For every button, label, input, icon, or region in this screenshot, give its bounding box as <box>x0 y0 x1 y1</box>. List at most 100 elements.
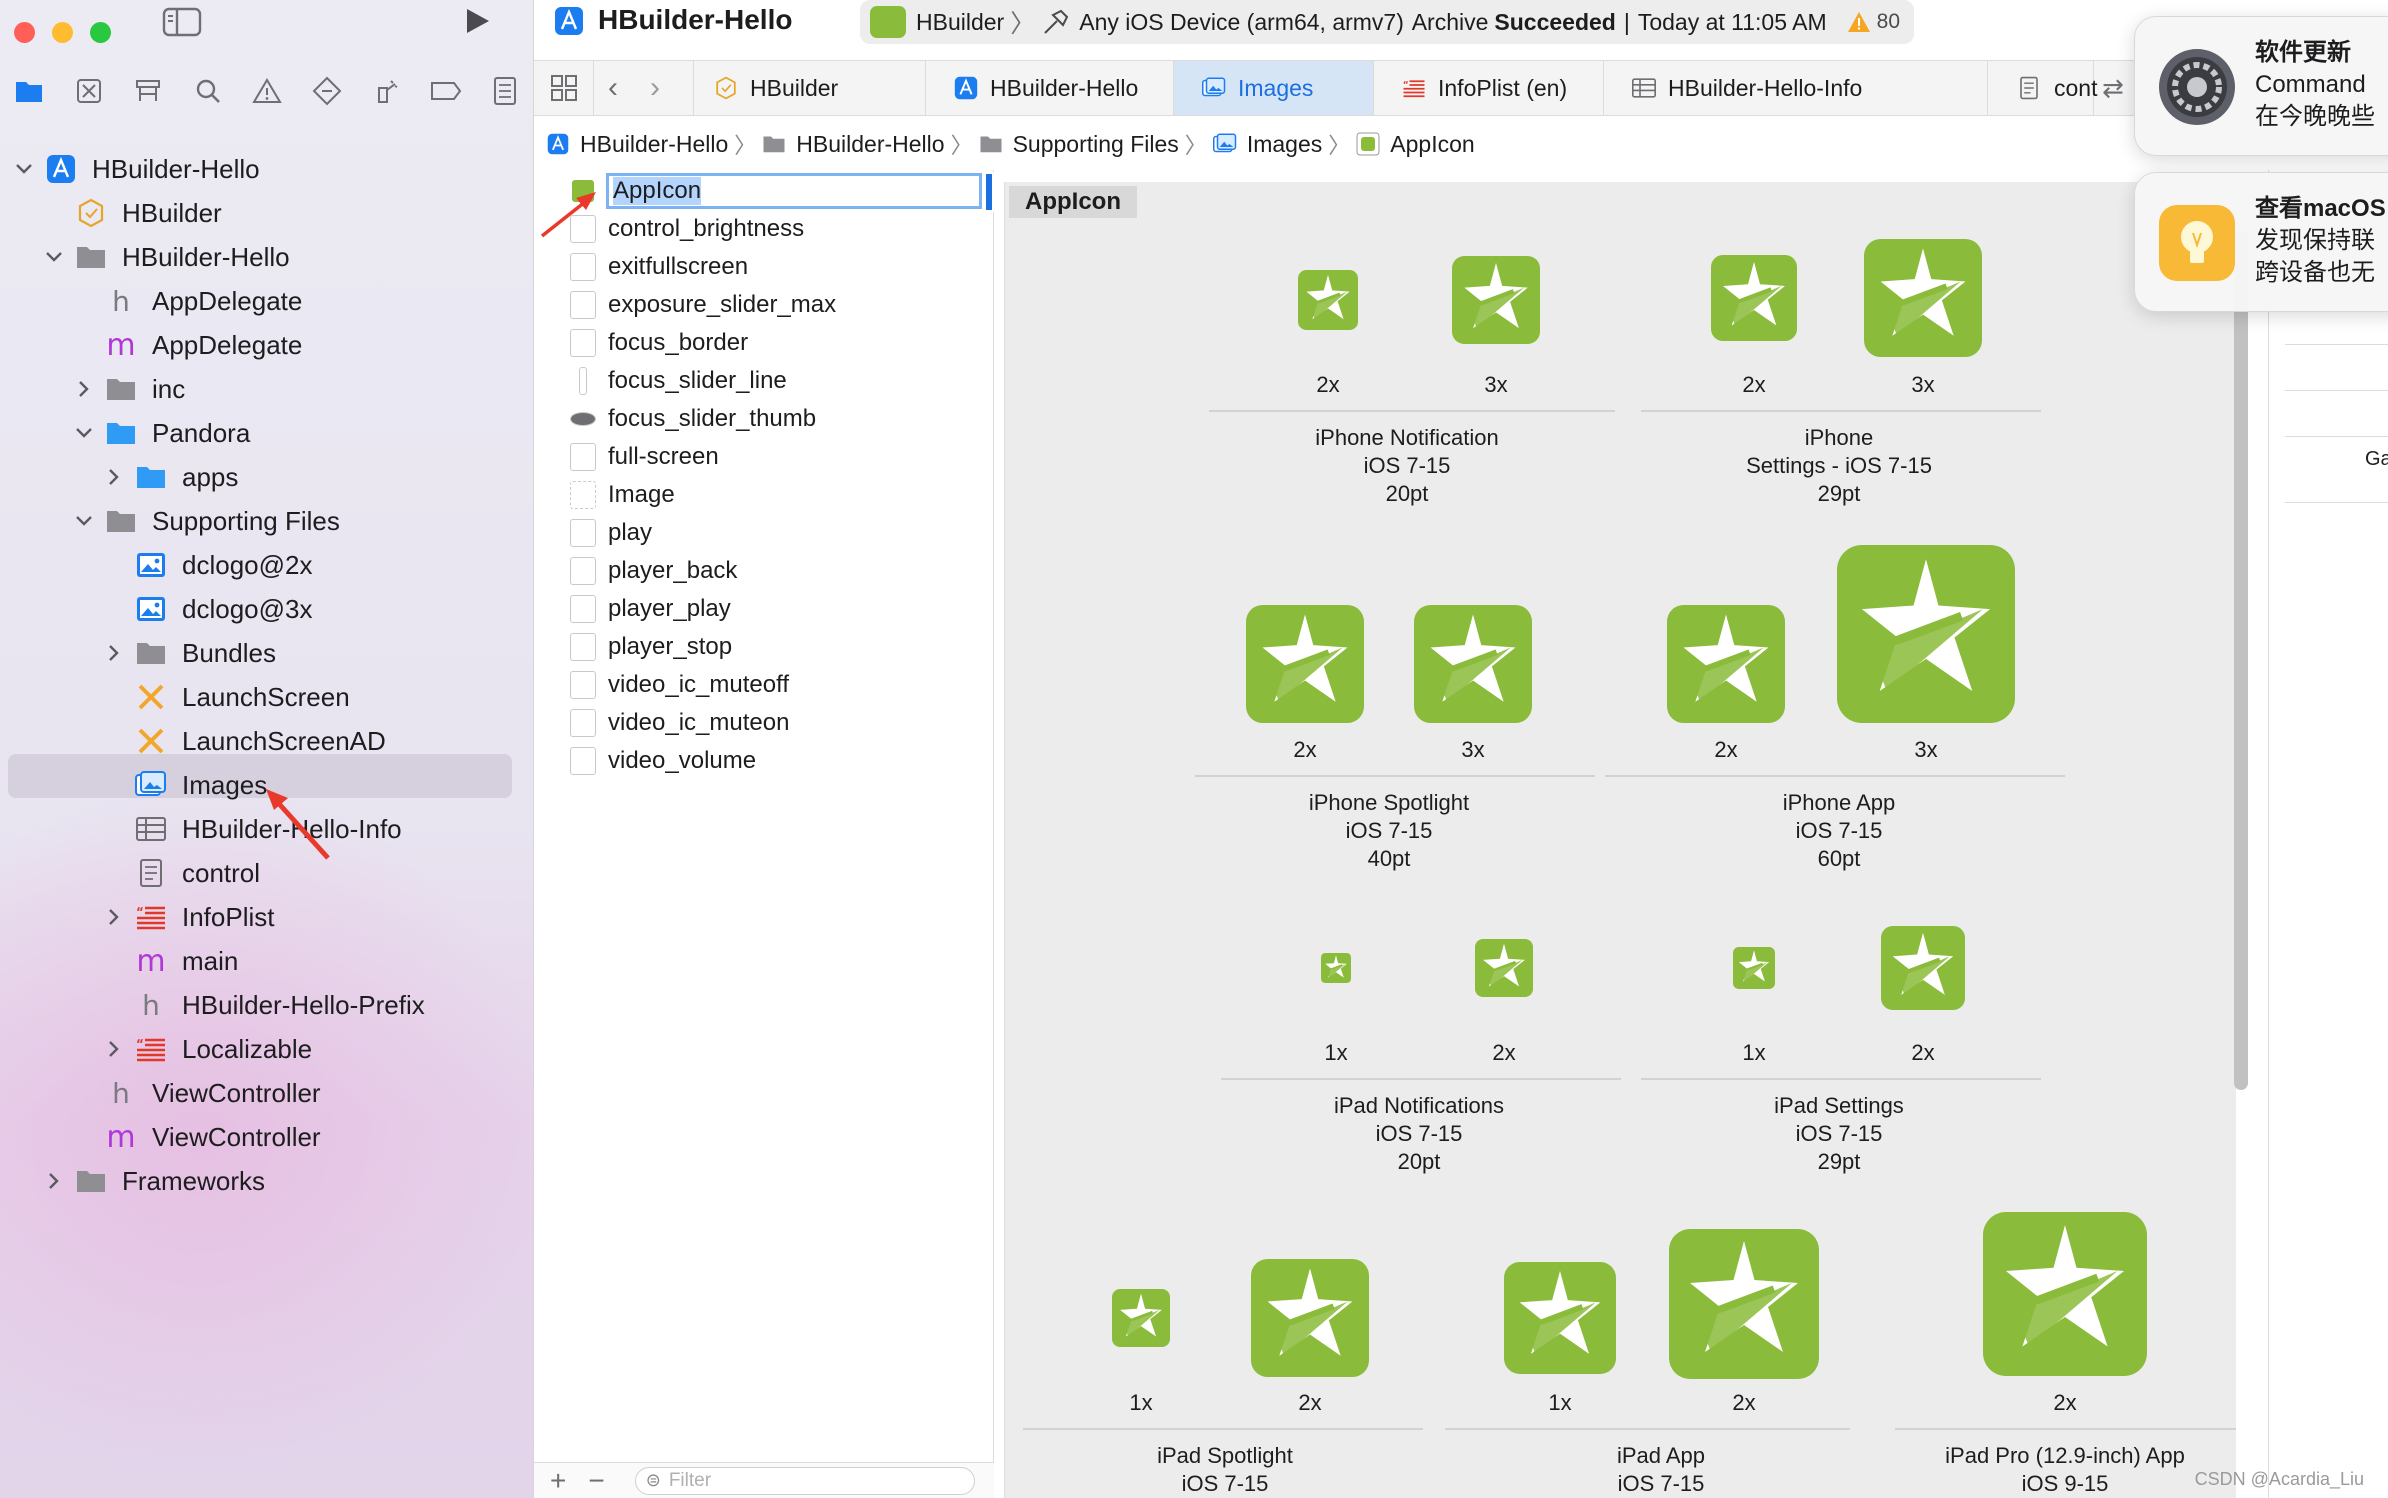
asset-item-exitfullscreen[interactable]: exitfullscreen <box>534 248 994 286</box>
app-icon-slot[interactable] <box>1733 947 1775 989</box>
app-icon-slot[interactable] <box>1881 926 1965 1010</box>
asset-item-player-play[interactable]: player_play <box>534 590 994 628</box>
tree-item-control[interactable]: control <box>104 851 260 895</box>
breadcrumb-item[interactable]: HBuilder-Hello <box>796 131 944 158</box>
destination-label[interactable]: Any iOS Device (arm64, armv7) <box>1079 9 1404 36</box>
asset-item-exposure-slider-max[interactable]: exposure_slider_max <box>534 286 994 324</box>
tab-hbuilder[interactable]: HBuilder <box>686 61 926 115</box>
breakpoint-icon[interactable] <box>427 72 465 110</box>
breadcrumb-item[interactable]: HBuilder-Hello <box>580 131 728 158</box>
tree-item-hbuilder-hello[interactable]: HBuilder-Hello <box>44 235 290 279</box>
tab-hbuilder-hello-info[interactable]: HBuilder-Hello-Info <box>1604 61 1988 115</box>
tree-item-localizable[interactable]: “ Localizable <box>104 1027 312 1071</box>
related-items-icon[interactable] <box>534 61 594 115</box>
tree-item-dclogo-3x[interactable]: dclogo@3x <box>104 587 312 631</box>
tab-hbuilder-hello[interactable]: HBuilder-Hello <box>926 61 1174 115</box>
search-icon[interactable] <box>189 72 227 110</box>
breadcrumb-item[interactable]: AppIcon <box>1390 131 1474 158</box>
zoom-window-button[interactable] <box>90 22 111 43</box>
chevron-down-icon[interactable] <box>14 159 34 179</box>
asset-item-video-ic-muteoff[interactable]: video_ic_muteoff <box>534 666 994 704</box>
app-icon-slot[interactable] <box>1298 270 1358 330</box>
breadcrumb-item[interactable]: Supporting Files <box>1013 131 1179 158</box>
chevron-right-icon[interactable] <box>104 907 124 927</box>
tree-item-frameworks[interactable]: Frameworks <box>44 1159 265 1203</box>
scheme-label[interactable]: HBuilder <box>916 9 1004 36</box>
report-icon[interactable] <box>486 72 524 110</box>
asset-item-player-back[interactable]: player_back <box>534 552 994 590</box>
app-icon-slot[interactable] <box>1414 605 1532 723</box>
notification-card[interactable]: 查看macOS 发现保持联 跨设备也无 <box>2134 172 2388 312</box>
debug-spray-icon[interactable] <box>367 72 405 110</box>
app-icon-slot[interactable] <box>1112 1289 1170 1347</box>
tree-item-viewcontroller[interactable]: m ViewController <box>74 1115 320 1159</box>
tree-item-hbuilder-hello-info[interactable]: HBuilder-Hello-Info <box>104 807 402 851</box>
chevron-right-icon[interactable] <box>44 1171 64 1191</box>
tree-item-launchscreen[interactable]: LaunchScreen <box>104 675 350 719</box>
app-icon-slot[interactable] <box>1864 239 1982 357</box>
chevron-right-icon[interactable] <box>104 643 124 663</box>
tree-item-hbuilder[interactable]: HBuilder <box>44 191 222 235</box>
app-icon-slot[interactable] <box>1504 1262 1616 1374</box>
symbol-navigator-icon[interactable] <box>129 72 167 110</box>
chevron-right-icon[interactable] <box>104 467 124 487</box>
app-icon-slot[interactable] <box>1983 1212 2147 1376</box>
tree-item-bundles[interactable]: Bundles <box>104 631 276 675</box>
chevron-down-icon[interactable] <box>74 423 94 443</box>
warning-icon[interactable] <box>1847 11 1871 33</box>
app-icon-slot[interactable] <box>1452 256 1540 344</box>
remove-asset-button[interactable]: − <box>588 1465 604 1497</box>
asset-item-video-volume[interactable]: video_volume <box>534 742 994 780</box>
tab-infoplist-en-[interactable]: “ InfoPlist (en) <box>1374 61 1604 115</box>
asset-item-video-ic-muteon[interactable]: video_ic_muteon <box>534 704 994 742</box>
asset-item-focus-border[interactable]: focus_border <box>534 324 994 362</box>
tree-item-hbuilder-hello[interactable]: HBuilder-Hello <box>14 147 260 191</box>
source-control-icon[interactable] <box>70 72 108 110</box>
warning-count[interactable]: 80 <box>1877 10 1900 34</box>
asset-item-control-brightness[interactable]: control_brightness <box>534 210 994 248</box>
asset-item-player-stop[interactable]: player_stop <box>534 628 994 666</box>
app-icon-slot[interactable] <box>1667 605 1785 723</box>
breadcrumb-item[interactable]: Images <box>1247 131 1322 158</box>
filter-field[interactable]: ⊜ Filter <box>634 1466 975 1495</box>
tree-item-launchscreenad[interactable]: LaunchScreenAD <box>104 719 386 763</box>
project-navigator-icon[interactable] <box>10 72 48 110</box>
tree-item-pandora[interactable]: Pandora <box>74 411 250 455</box>
chevron-down-icon[interactable] <box>74 511 94 531</box>
sidebar-toggle-icon[interactable] <box>162 6 202 38</box>
tab-cont[interactable]: cont <box>1988 61 2097 115</box>
app-icon-slot[interactable] <box>1321 953 1351 983</box>
notification-card[interactable]: 软件更新 Command 在今晚晚些 <box>2134 16 2388 156</box>
tree-item-inc[interactable]: inc <box>74 367 185 411</box>
asset-item-focus-slider-line[interactable]: focus_slider_line <box>534 362 994 400</box>
chevron-down-icon[interactable] <box>44 247 64 267</box>
app-icon-slot[interactable] <box>1669 1229 1819 1379</box>
tree-item-appdelegate[interactable]: h AppDelegate <box>74 279 302 323</box>
asset-item-play[interactable]: play <box>534 514 994 552</box>
tree-item-main[interactable]: m main <box>104 939 238 983</box>
asset-item-full-screen[interactable]: full-screen <box>534 438 994 476</box>
chevron-right-icon[interactable] <box>104 1039 124 1059</box>
chevron-right-icon[interactable] <box>74 379 94 399</box>
issue-warning-icon[interactable] <box>248 72 286 110</box>
tab-images[interactable]: Images <box>1174 61 1374 115</box>
asset-item-focus-slider-thumb[interactable]: focus_slider_thumb <box>534 400 994 438</box>
run-play-icon[interactable] <box>462 6 492 36</box>
close-window-button[interactable] <box>14 22 35 43</box>
tree-item-supporting-files[interactable]: Supporting Files <box>74 499 340 543</box>
add-asset-button[interactable]: + <box>550 1465 566 1497</box>
test-diamond-icon[interactable] <box>308 72 346 110</box>
app-icon-slot[interactable] <box>1246 605 1364 723</box>
asset-item-image[interactable]: Image <box>534 476 994 514</box>
app-icon-slot[interactable] <box>1475 939 1533 997</box>
tree-item-hbuilder-hello-prefix[interactable]: h HBuilder-Hello-Prefix <box>104 983 425 1027</box>
canvas-scrollbar[interactable] <box>2234 230 2248 1090</box>
app-icon-slot[interactable] <box>1711 255 1797 341</box>
app-icon-slot[interactable] <box>1837 545 2015 723</box>
tree-item-dclogo-2x[interactable]: dclogo@2x <box>104 543 312 587</box>
asset-item-appicon[interactable]: AppIcon <box>534 172 994 210</box>
tree-item-apps[interactable]: apps <box>104 455 238 499</box>
app-icon-slot[interactable] <box>1251 1259 1369 1377</box>
tree-item-viewcontroller[interactable]: h ViewController <box>74 1071 320 1115</box>
tree-item-infoplist[interactable]: “ InfoPlist <box>104 895 275 939</box>
